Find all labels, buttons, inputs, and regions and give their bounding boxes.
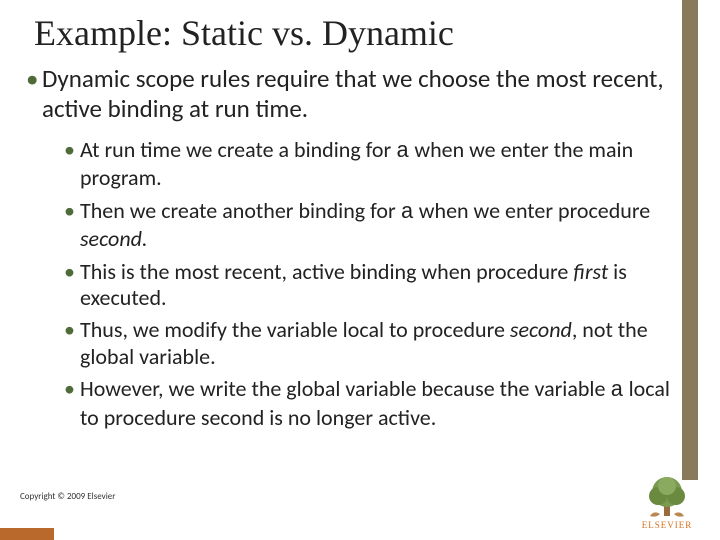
text: Thus, we modify the variable local to pr… [80, 316, 510, 343]
slide-title: Example: Static vs. Dynamic [34, 12, 692, 54]
text: However, we write the global variable be… [80, 375, 610, 402]
proc-first: first [573, 258, 608, 285]
main-bullet: Dynamic scope rules require that we choo… [26, 64, 692, 123]
logo-text: ELSEVIER [632, 520, 702, 530]
code-var-a: a [396, 139, 409, 164]
proc-second: second. [80, 225, 148, 252]
text: when we enter procedure [414, 197, 650, 224]
sub-bullet-3: This is the most recent, active binding … [64, 259, 680, 312]
slide: Example: Static vs. Dynamic Dynamic scop… [0, 0, 720, 540]
text: Then we create another binding for [80, 197, 401, 224]
proc-second: second [510, 316, 572, 343]
sub-bullet-2: Then we create another binding for a whe… [64, 198, 680, 253]
copyright-text: Copyright © 2009 Elsevier [20, 491, 115, 502]
tree-icon [644, 474, 690, 518]
sub-bullet-1: At run time we create a binding for a wh… [64, 137, 680, 192]
sub-bullet-4: Thus, we modify the variable local to pr… [64, 317, 680, 370]
bottom-accent-bar [0, 528, 54, 540]
sub-bullet-list: At run time we create a binding for a wh… [64, 137, 680, 431]
code-var-a: a [401, 200, 414, 225]
text: This is the most recent, active binding … [80, 258, 573, 285]
elsevier-logo: ELSEVIER [632, 474, 702, 530]
code-var-a: a [610, 378, 623, 403]
text: At run time we create a binding for [80, 136, 396, 163]
sub-bullet-5: However, we write the global variable be… [64, 376, 680, 431]
